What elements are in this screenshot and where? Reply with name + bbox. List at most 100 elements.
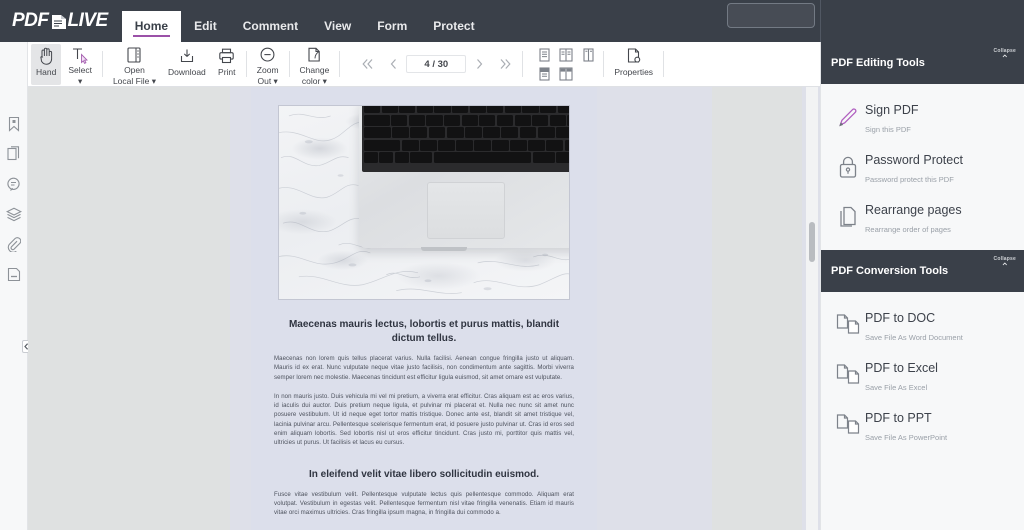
- open-file-icon: [126, 46, 142, 64]
- toolbar-divider: [101, 51, 103, 77]
- last-page-button[interactable]: [492, 51, 518, 77]
- rearrange-pages-title: Rearrange pages: [865, 203, 962, 217]
- pdf-to-excel-icon: [833, 359, 863, 385]
- password-protect-title: Password Protect: [865, 153, 963, 167]
- toolbar-divider-4: [339, 51, 341, 77]
- book-view-icon[interactable]: [580, 47, 596, 63]
- app-logo[interactable]: PDF LIVE: [0, 0, 122, 42]
- document-properties-icon: [625, 46, 642, 66]
- toolbar-divider-2: [245, 51, 247, 77]
- pdf-to-excel-title: PDF to Excel: [865, 361, 938, 375]
- continuous-page-view-icon[interactable]: [536, 66, 552, 82]
- pdf-to-ppt-icon: [833, 409, 863, 435]
- tab-edit[interactable]: Edit: [181, 11, 230, 42]
- print-button[interactable]: Print: [213, 44, 241, 85]
- tab-home[interactable]: Home: [121, 11, 182, 42]
- signature-field-icon[interactable]: [4, 264, 24, 284]
- password-protect-subtitle: Password protect this PDF: [865, 175, 954, 184]
- zoom-out-button[interactable]: Zoom Out ▾: [252, 44, 284, 86]
- viewer-scrollbar-thumb[interactable]: [809, 222, 815, 262]
- header-search-box[interactable]: [727, 3, 815, 28]
- pdf-to-ppt-item[interactable]: PDF to PPT Save File As PowerPoint: [821, 402, 1024, 452]
- logo-text-right: LIVE: [67, 10, 109, 31]
- keyboard: [362, 106, 569, 172]
- print-icon: [218, 46, 235, 66]
- tab-form[interactable]: Form: [364, 11, 420, 42]
- select-caret-icon[interactable]: ▾: [78, 76, 82, 86]
- document-paragraph-3: Fusce vitae vestibulum velit. Pellentesq…: [274, 490, 574, 517]
- two-page-view-icon[interactable]: [558, 47, 574, 63]
- pdf-to-excel-subtitle: Save File As Excel: [865, 383, 928, 392]
- laptop-on-marble-photo: [278, 105, 570, 300]
- viewer-scrollbar[interactable]: [806, 87, 818, 530]
- rearrange-pages-item[interactable]: Rearrange pages Rearrange order of pages: [821, 194, 1024, 244]
- sign-pdf-title: Sign PDF: [865, 103, 919, 117]
- password-protect-item[interactable]: Password Protect Password protect this P…: [821, 144, 1024, 194]
- document-paragraph-1: Maecenas non lorem quis tellus placerat …: [274, 355, 574, 381]
- password-protect-text: Password Protect Password protect this P…: [863, 151, 963, 187]
- pdf-viewer[interactable]: Maecenas mauris lectus, lobortis et puru…: [28, 87, 820, 530]
- page-navigation: 4 / 30: [354, 51, 518, 77]
- download-button[interactable]: Download: [163, 44, 211, 85]
- document-heading-2: In eleifend velit vitae libero sollicitu…: [308, 468, 540, 480]
- main-nav-tabs: Home Edit Comment View Form Protect: [121, 0, 488, 42]
- properties-button[interactable]: Properties: [609, 44, 658, 85]
- select-tool-label: Select: [68, 64, 92, 75]
- select-tool-button[interactable]: Select ▾: [63, 44, 97, 86]
- lock-icon: [833, 151, 863, 179]
- continuous-facing-view-icon[interactable]: [558, 66, 574, 82]
- page-text-content: Maecenas mauris lectus, lobortis et puru…: [251, 318, 597, 518]
- pdf-to-ppt-title: PDF to PPT: [865, 411, 932, 425]
- change-color-button[interactable]: Change color ▾: [295, 44, 335, 86]
- pen-sign-icon: [833, 101, 863, 129]
- ribbon-toolbar: Hand Select ▾ Open Local File ▾ Download…: [28, 42, 820, 87]
- page-number-input[interactable]: 4 / 30: [406, 55, 467, 73]
- pdf-conversion-tools-title: PDF Conversion Tools: [831, 265, 949, 277]
- pdf-document-icon: [50, 14, 67, 30]
- tab-view[interactable]: View: [311, 11, 364, 42]
- pdf-to-ppt-subtitle: Save File As PowerPoint: [865, 433, 948, 442]
- page-thumbnails-icon[interactable]: [4, 144, 24, 164]
- next-page-button[interactable]: [466, 51, 492, 77]
- pdf-to-doc-icon: [833, 309, 863, 335]
- tab-protect[interactable]: Protect: [420, 11, 487, 42]
- layers-icon[interactable]: [4, 204, 24, 224]
- open-local-file-label-1: Open: [124, 64, 145, 75]
- first-page-button[interactable]: [354, 51, 380, 77]
- sign-pdf-item[interactable]: Sign PDF Sign this PDF: [821, 94, 1024, 144]
- bookmark-icon[interactable]: [4, 114, 24, 134]
- pdf-editing-tools-title: PDF Editing Tools: [831, 57, 925, 69]
- pdf-conversion-tools-collapse-button[interactable]: Collapse ⌃: [994, 256, 1016, 273]
- rearrange-pages-subtitle: Rearrange order of pages: [865, 225, 951, 234]
- viewer-gutter-right: [712, 87, 802, 530]
- pdf-editing-tools-collapse-button[interactable]: Collapse ⌃: [994, 48, 1016, 65]
- pdf-page-4: Maecenas mauris lectus, lobortis et puru…: [251, 87, 597, 530]
- comment-icon[interactable]: [4, 174, 24, 194]
- tab-comment[interactable]: Comment: [230, 11, 311, 42]
- zoom-out-label-2: Out ▾: [257, 75, 278, 86]
- hand-tool-label: Hand: [36, 66, 57, 77]
- left-tool-rail: [0, 42, 31, 530]
- toolbar-divider-6: [603, 51, 605, 77]
- pdf-to-doc-item[interactable]: PDF to DOC Save File As Word Document: [821, 302, 1024, 352]
- change-color-label-1: Change: [299, 64, 330, 75]
- pdf-to-ppt-text: PDF to PPT Save File As PowerPoint: [863, 409, 947, 445]
- pdf-to-excel-item[interactable]: PDF to Excel Save File As Excel: [821, 352, 1024, 402]
- pdf-conversion-tools-items: PDF to DOC Save File As Word Document PD…: [821, 292, 1024, 458]
- header-divider: [820, 0, 821, 42]
- hand-tool-button[interactable]: Hand: [31, 43, 62, 85]
- change-color-icon: [306, 46, 322, 64]
- hand-icon: [38, 46, 55, 66]
- pdf-to-excel-text: PDF to Excel Save File As Excel: [863, 359, 938, 395]
- attachment-icon[interactable]: [4, 234, 24, 254]
- open-local-file-button[interactable]: Open Local File ▾: [108, 44, 161, 86]
- pdflive-app-window: PDF LIVE Home Edit Comment View Form Pro…: [0, 0, 1024, 530]
- change-color-label-2: color ▾: [301, 75, 327, 86]
- previous-page-button[interactable]: [380, 51, 406, 77]
- single-page-view-icon[interactable]: [536, 47, 552, 63]
- pdf-editing-tools-items: Sign PDF Sign this PDF Password Protect …: [821, 84, 1024, 250]
- open-local-file-label-2: Local File ▾: [112, 75, 156, 86]
- laptop-lip: [421, 247, 467, 251]
- app-body: Hand Select ▾ Open Local File ▾ Download…: [0, 42, 1024, 530]
- trackpad: [427, 182, 505, 239]
